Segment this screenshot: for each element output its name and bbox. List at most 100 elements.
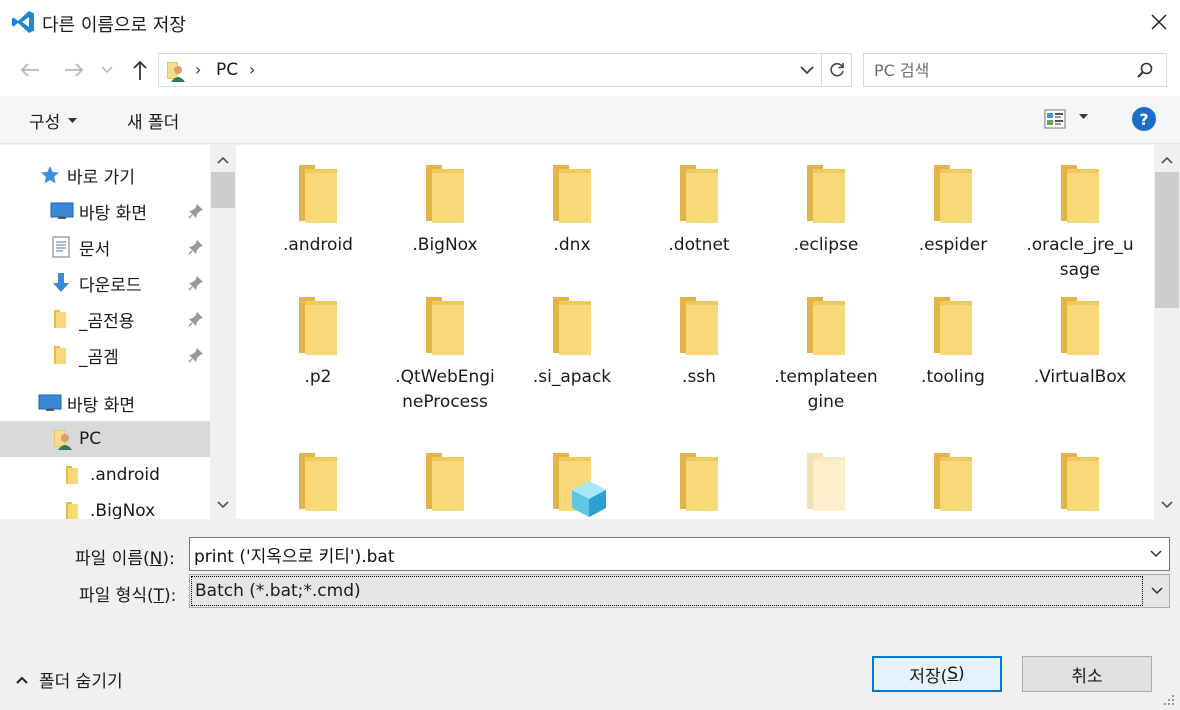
sidebar-item-folder[interactable]: _곰겜 — [0, 337, 210, 373]
sidebar-item-folder[interactable]: _곰전용 — [0, 301, 210, 337]
cancel-button[interactable]: 취소 — [1022, 656, 1152, 692]
up-button[interactable] — [127, 57, 153, 83]
file-item[interactable]: .templateengine — [771, 295, 881, 415]
file-item[interactable] — [898, 451, 1008, 513]
folder-icon — [54, 310, 66, 328]
file-item[interactable] — [1025, 451, 1135, 513]
folder-icon — [54, 346, 66, 364]
pin-icon[interactable] — [188, 203, 204, 219]
sidebar-item-desktop-root[interactable]: 바탕 화면 — [0, 385, 210, 421]
sidebar-item-pc[interactable]: PC — [0, 421, 210, 457]
file-item[interactable]: .tooling — [898, 295, 1008, 390]
sidebar-item-folder[interactable]: .android — [0, 457, 210, 493]
pin-icon[interactable] — [188, 347, 204, 363]
file-item[interactable] — [771, 451, 881, 513]
chevron-down-icon[interactable] — [799, 62, 815, 78]
scroll-down-button[interactable] — [210, 492, 236, 518]
file-item[interactable]: .ssh — [644, 295, 754, 390]
sidebar-item-documents[interactable]: 문서 — [0, 229, 210, 265]
search-input[interactable] — [874, 59, 1124, 81]
file-item[interactable]: .QtWebEngineProcess — [390, 295, 500, 415]
filetype-access-key: T — [153, 586, 164, 606]
sidebar-scrollbar[interactable] — [210, 145, 236, 519]
filename-access-key: N — [149, 549, 163, 569]
pc-icon — [54, 430, 72, 450]
download-icon — [53, 273, 69, 292]
filename-input[interactable] — [194, 543, 1134, 565]
sidebar-item-downloads[interactable]: 다운로드 — [0, 265, 210, 301]
sidebar-item-folder[interactable]: .BigNox — [0, 493, 210, 519]
navigation-pane: 바로 가기 바탕 화면 문서 다운로드 _곰전용 _곰겜 바탕 화면 PC .a… — [0, 145, 210, 519]
file-item[interactable] — [517, 451, 627, 517]
file-item[interactable]: .VirtualBox — [1025, 295, 1135, 390]
folder-icon — [1061, 165, 1099, 223]
folder-icon — [1061, 297, 1099, 355]
content-scrollbar[interactable] — [1154, 145, 1180, 519]
filetype-dropdown-button[interactable] — [1144, 575, 1170, 607]
refresh-button[interactable] — [822, 53, 852, 87]
chevron-down-icon — [217, 501, 229, 509]
chevron-up-icon — [1161, 156, 1173, 164]
pin-icon[interactable] — [188, 275, 204, 291]
folder-icon — [66, 502, 78, 519]
filename-combobox[interactable] — [189, 537, 1170, 571]
file-item-name: .dotnet — [668, 235, 730, 255]
help-button[interactable]: ? — [1132, 107, 1156, 131]
file-item[interactable]: .dnx — [517, 163, 627, 258]
address-bar[interactable]: › PC › — [158, 53, 822, 87]
file-item[interactable]: .dotnet — [644, 163, 754, 258]
filename-label: 파일 이름(N): — [75, 544, 175, 569]
file-item[interactable]: .BigNox — [390, 163, 500, 258]
forward-button[interactable] — [61, 57, 87, 83]
scroll-up-button[interactable] — [1154, 147, 1180, 173]
file-item[interactable]: .si_apack — [517, 295, 627, 390]
scroll-down-button[interactable] — [1154, 492, 1180, 518]
sidebar-item-label: 바탕 화면 — [67, 395, 135, 416]
search-icon[interactable] — [1136, 61, 1154, 79]
file-item[interactable]: .android — [263, 163, 373, 258]
star-icon — [41, 166, 59, 184]
close-button[interactable] — [1138, 0, 1180, 44]
file-item[interactable] — [390, 451, 500, 513]
sidebar-item-desktop[interactable]: 바탕 화면 — [0, 193, 210, 229]
search-box[interactable] — [863, 53, 1167, 87]
sidebar-item-label: .BigNox — [90, 501, 156, 519]
sidebar-item-quick-access[interactable]: 바로 가기 — [0, 157, 210, 193]
sidebar-item-label: _곰겜 — [79, 347, 119, 368]
chevron-up-icon — [217, 156, 229, 164]
new-folder-button[interactable]: 새 폴더 — [127, 108, 179, 133]
filename-label-text: 파일 이름( — [75, 549, 150, 569]
resize-grip-icon[interactable] — [1162, 693, 1176, 707]
pin-icon[interactable] — [188, 239, 204, 255]
save-access-key: S — [947, 664, 959, 684]
folder-icon — [553, 297, 591, 355]
file-item-name: .VirtualBox — [1033, 367, 1127, 387]
scroll-thumb[interactable] — [211, 172, 235, 208]
filetype-select[interactable]: Batch (*.bat;*.cmd) — [189, 574, 1170, 608]
file-item-name: .tooling — [921, 367, 985, 387]
view-options-icon[interactable] — [1044, 109, 1066, 129]
breadcrumb-separator[interactable]: › — [195, 60, 201, 79]
file-item[interactable] — [263, 451, 373, 513]
organize-menu-button[interactable]: 구성 — [29, 108, 78, 133]
recent-locations-button[interactable] — [97, 57, 117, 83]
save-button[interactable]: 저장(S) — [872, 656, 1002, 692]
breadcrumb-pc[interactable]: PC — [216, 60, 238, 80]
file-item[interactable]: .eclipse — [771, 163, 881, 258]
back-button[interactable] — [17, 57, 43, 83]
file-item[interactable]: .p2 — [263, 295, 373, 390]
sidebar-item-label: 바탕 화면 — [79, 203, 147, 224]
arrow-right-icon — [65, 63, 84, 77]
caret-down-icon[interactable] — [1079, 114, 1088, 120]
scroll-thumb[interactable] — [1155, 172, 1179, 308]
chevron-down-icon[interactable] — [1149, 547, 1163, 561]
sidebar-item-label: 다운로드 — [79, 275, 142, 296]
scroll-up-button[interactable] — [210, 147, 236, 173]
file-item[interactable]: .oracle_jre_usage — [1025, 163, 1135, 283]
pin-icon[interactable] — [188, 311, 204, 327]
hide-folders-button[interactable]: 폴더 숨기기 — [15, 667, 123, 692]
breadcrumb-separator[interactable]: › — [249, 60, 255, 79]
file-item[interactable]: .espider — [898, 163, 1008, 258]
file-item[interactable] — [644, 451, 754, 513]
desktop-icon — [50, 202, 74, 219]
